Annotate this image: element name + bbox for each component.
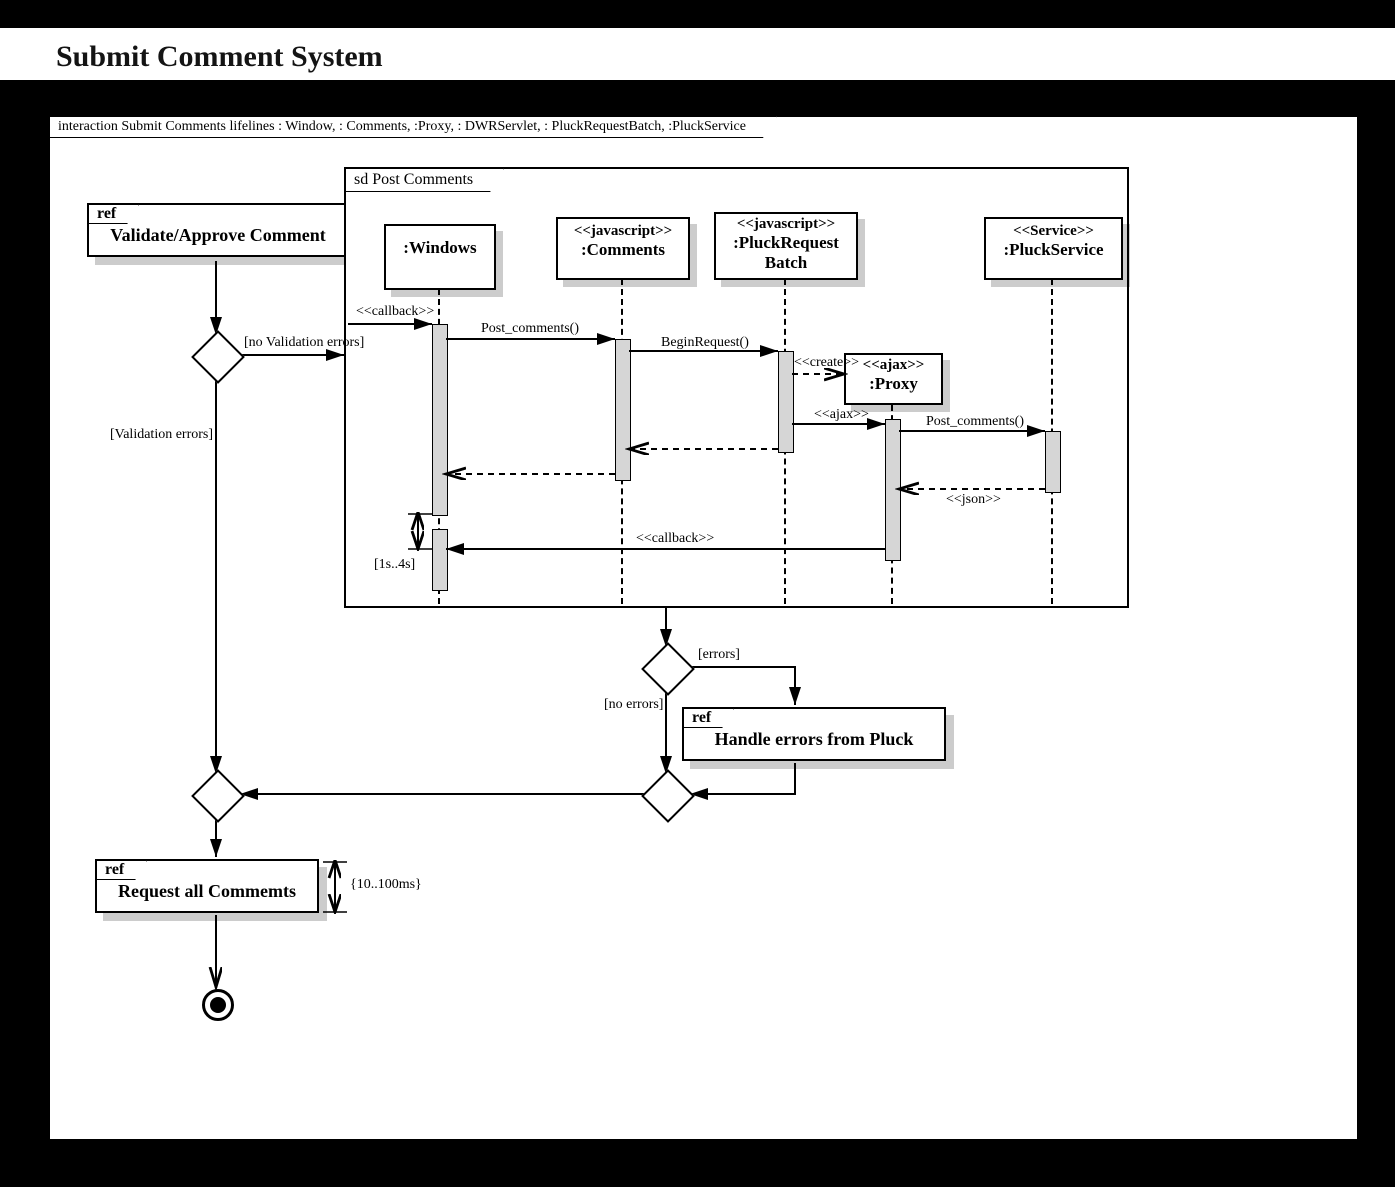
diagram-title: Submit Comment System (56, 40, 383, 74)
outer-arrows (50, 117, 1357, 1139)
outer-interaction-frame: interaction Submit Comments lifelines : … (48, 115, 1359, 1141)
ref-handle-errors: ref Handle errors from Pluck (682, 707, 946, 761)
guard-validation: [Validation errors] (110, 427, 213, 443)
canvas: Submit Comment System interaction Submit… (0, 0, 1395, 1187)
guard-no-validation: [no Validation errors] (244, 335, 364, 351)
guard-no-errors: [no errors] (604, 697, 663, 713)
duration-10-100ms: {10..100ms} (350, 877, 422, 893)
ref-request-all-comments: ref Request all Commemts (95, 859, 319, 913)
flow-final-node (202, 989, 234, 1021)
guard-errors: [errors] (698, 647, 740, 663)
